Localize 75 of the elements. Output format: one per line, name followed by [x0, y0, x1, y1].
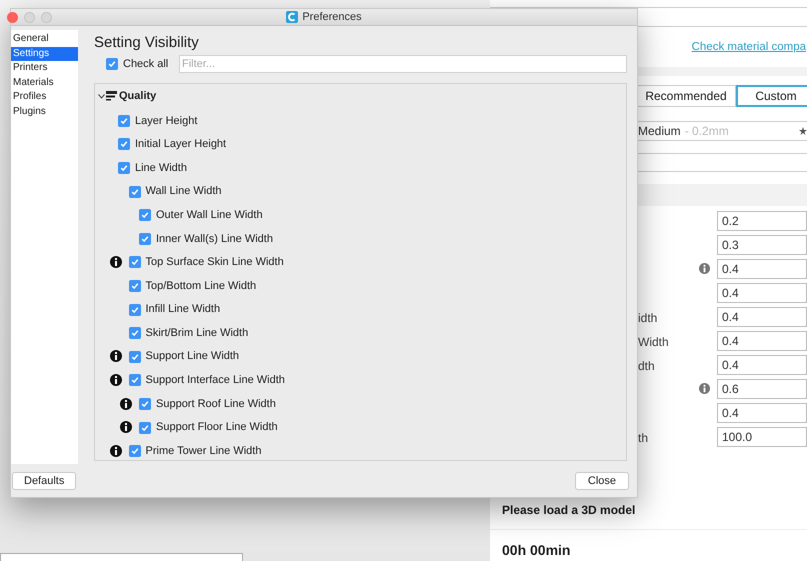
info-icon[interactable]	[110, 350, 122, 362]
value-field[interactable]: 0.4	[717, 402, 807, 422]
mode-tab[interactable]: Recommended	[636, 85, 736, 108]
setting-checkbox[interactable]	[139, 209, 151, 222]
sidebar-item[interactable]: Plugins	[11, 104, 78, 119]
category-icon	[106, 91, 117, 101]
setting-label: Support Line Width	[146, 349, 240, 364]
info-icon[interactable]	[110, 256, 122, 268]
setting-label: Layer Height	[135, 114, 198, 129]
setting-label: Support Interface Line Width	[146, 373, 285, 388]
check-all-label: Check all	[123, 56, 168, 72]
setting-label: Inner Wall(s) Line Width	[156, 232, 273, 247]
setting-checkbox[interactable]	[128, 186, 140, 198]
sidebar-item[interactable]: Profiles	[11, 90, 78, 104]
setting-label: th	[638, 430, 648, 444]
setting-label: idth	[638, 310, 658, 324]
setting-checkbox[interactable]	[118, 162, 130, 174]
setting-label: Line Width	[135, 160, 187, 176]
profile-name: Medium	[638, 122, 681, 140]
value-field[interactable]: 0.4	[717, 354, 807, 374]
chevron-icon[interactable]	[98, 94, 105, 98]
profile-detail: - 0.2mm	[684, 122, 729, 140]
setting-checkbox[interactable]	[128, 304, 140, 316]
setting-checkbox[interactable]	[128, 374, 140, 386]
sidebar-item[interactable]: Materials	[11, 76, 78, 90]
status-text: Please load a 3D model	[502, 502, 636, 520]
value-field[interactable]: 100.0	[717, 426, 807, 446]
setting-checkbox[interactable]	[128, 350, 140, 363]
value-field[interactable]: 0.4	[717, 282, 807, 302]
setting-label: Top/Bottom Line Width	[146, 278, 256, 294]
sidebar-item[interactable]: Printers	[11, 61, 78, 76]
setting-checkbox[interactable]	[128, 327, 140, 340]
info-icon[interactable]	[120, 398, 132, 410]
setting-label: Skirt/Brim Line Width	[146, 326, 248, 341]
info-icon[interactable]	[120, 421, 132, 434]
info-icon[interactable]	[110, 374, 122, 386]
check-all-checkbox[interactable]	[106, 58, 118, 70]
print-time: 00h 00min	[502, 541, 572, 560]
app-logo-icon	[286, 11, 298, 23]
setting-checkbox[interactable]	[118, 114, 130, 127]
section-title: Setting Visibility	[94, 34, 200, 52]
setting-label: Width	[638, 334, 669, 348]
value-field[interactable]: 0.3	[717, 234, 807, 254]
close-button[interactable]: Close	[574, 472, 629, 490]
filter-field[interactable]: Filter...	[179, 55, 627, 73]
setting-label: Prime Tower Line Width	[146, 444, 262, 459]
setting-checkbox[interactable]	[139, 398, 151, 410]
close-window-button[interactable]	[7, 12, 18, 23]
setting-checkbox[interactable]	[118, 138, 130, 150]
sidebar-item[interactable]: Settings	[11, 46, 78, 61]
setting-checkbox[interactable]	[128, 280, 140, 292]
value-field[interactable]: 0.4	[717, 330, 807, 350]
window-title: Preferences	[302, 10, 362, 25]
setting-label: dth	[638, 358, 655, 372]
setting-checkbox[interactable]	[128, 445, 140, 458]
setting-label: Support Floor Line Width	[156, 420, 278, 436]
value-field[interactable]: 0.6	[717, 378, 807, 398]
star-icon[interactable]	[799, 126, 807, 136]
value-field[interactable]: 0.4	[717, 258, 807, 278]
setting-checkbox[interactable]	[139, 232, 151, 245]
setting-label: Support Roof Line Width	[156, 396, 276, 412]
value-field[interactable]: 0.2	[717, 210, 807, 230]
setting-checkbox[interactable]	[139, 422, 151, 434]
sidebar-item[interactable]: General	[11, 32, 78, 46]
category-label: Quality	[119, 88, 156, 104]
setting-label: Outer Wall Line Width	[156, 208, 263, 223]
info-icon[interactable]	[110, 444, 122, 457]
setting-label: Infill Line Width	[146, 302, 220, 318]
setting-label: Wall Line Width	[146, 184, 222, 200]
setting-label: Top Surface Skin Line Width	[146, 255, 284, 270]
defaults-button[interactable]: Defaults	[12, 472, 76, 490]
setting-checkbox[interactable]	[128, 256, 140, 268]
setting-label: Initial Layer Height	[135, 137, 226, 152]
value-field[interactable]: 0.4	[717, 306, 807, 326]
mode-tab[interactable]: Custom	[736, 85, 807, 108]
